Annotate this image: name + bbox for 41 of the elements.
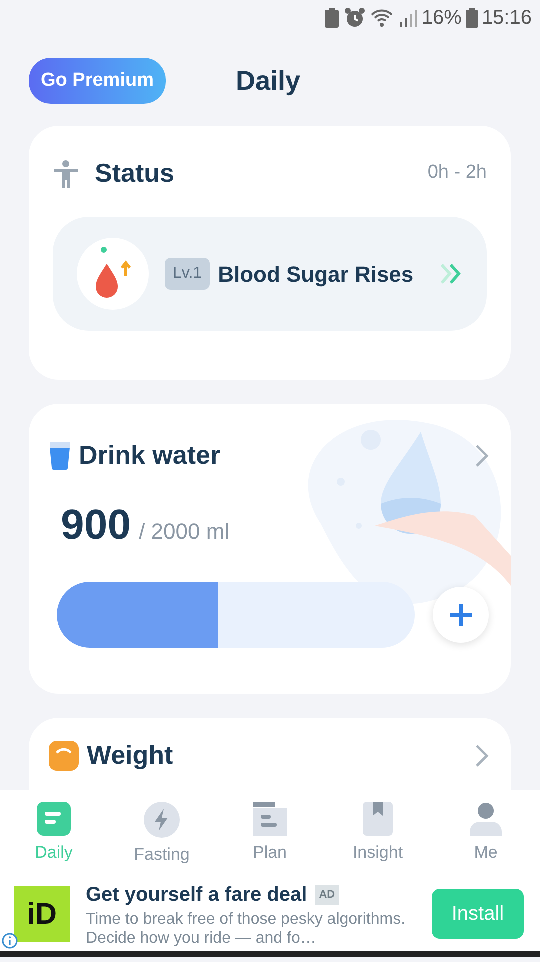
nav-tab[interactable]: Fasting [108, 790, 216, 877]
alarm-icon [344, 7, 366, 29]
double-chevron-icon [439, 263, 463, 285]
nav-tab[interactable]: Plan [216, 790, 324, 877]
lightning-icon [144, 802, 180, 838]
nav-tab[interactable]: Me [432, 790, 540, 877]
water-amount: 900 [61, 500, 132, 550]
page-title: Daily [236, 64, 301, 98]
install-button[interactable]: Install [432, 889, 524, 939]
level-tag: Lv.1 [165, 258, 210, 290]
stage-name: Blood Sugar Rises [218, 260, 414, 289]
nav-tab[interactable]: Insight [324, 790, 432, 877]
bookmark-book-icon [363, 802, 393, 836]
wifi-icon [370, 8, 394, 28]
chevron-right-icon[interactable] [475, 744, 489, 768]
ad-description: Time to break free of those pesky algorithms. Decide how you ride — and fo… [86, 910, 407, 948]
chevron-right-icon[interactable] [475, 444, 489, 468]
ad-logo: iD [14, 886, 70, 942]
clock-time: 15:16 [482, 6, 532, 31]
battery-saver-icon [324, 8, 340, 28]
ad-badge: AD [315, 884, 340, 906]
info-icon[interactable] [2, 933, 18, 949]
water-glass-icon [49, 442, 71, 470]
stage-row[interactable]: Lv.1 Blood Sugar Rises [53, 217, 487, 331]
card-title: Drink water [79, 439, 221, 472]
water-goal: / 2000 ml [139, 518, 230, 546]
plus-icon [448, 602, 474, 628]
nav-tab[interactable]: Daily [0, 790, 108, 877]
battery-icon [466, 8, 478, 28]
plan-icon [253, 802, 287, 836]
time-range: 0h - 2h [428, 161, 487, 186]
battery-percentage: 16% [422, 6, 462, 31]
go-premium-button[interactable]: Go Premium [29, 58, 166, 104]
ad-headline: Get yourself a fare deal [86, 882, 308, 908]
card-title: Weight [87, 739, 174, 772]
daily-icon [37, 802, 71, 836]
person-icon [470, 802, 502, 836]
scale-icon [49, 740, 79, 770]
signal-icon [398, 8, 418, 28]
card-title: Status [95, 157, 174, 190]
person-icon [53, 160, 79, 188]
